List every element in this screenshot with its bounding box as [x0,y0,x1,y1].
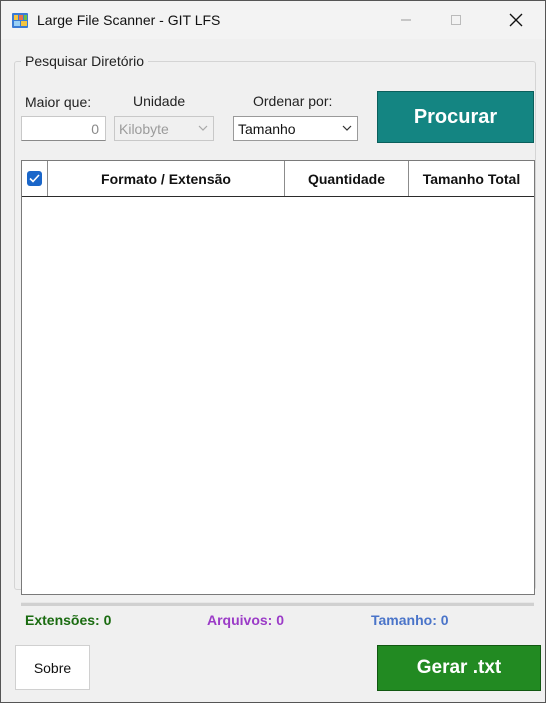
chevron-down-icon [342,125,352,131]
minimize-button[interactable] [383,1,429,39]
checkmark-icon [29,174,40,183]
close-icon [509,13,523,27]
files-count: Arquivos: 0 [207,612,285,628]
sort-select-value: Tamanho [238,121,296,137]
select-all-cell [22,161,48,196]
results-table[interactable]: Formato / Extensão Quantidade Tamanho To… [21,160,535,595]
unit-select[interactable]: Kilobyte [114,116,214,141]
generate-txt-button[interactable]: Gerar .txt [377,645,541,691]
about-button[interactable]: Sobre [15,645,90,690]
search-button[interactable]: Procurar [377,91,534,143]
close-button[interactable] [493,1,539,39]
maximize-button[interactable] [433,1,479,39]
app-icon [12,13,28,28]
extensions-count: Extensões: 0 [25,612,112,628]
table-header: Formato / Extensão Quantidade Tamanho To… [22,161,534,197]
chevron-down-icon [198,125,208,131]
search-group-title: Pesquisar Diretório [21,53,149,69]
sort-select[interactable]: Tamanho [233,116,358,141]
sort-label: Ordenar por: [253,93,333,109]
title-bar[interactable]: Large File Scanner - GIT LFS [1,1,545,39]
column-header-total-size[interactable]: Tamanho Total [409,161,534,196]
total-size: Tamanho: 0 [371,612,449,628]
select-all-checkbox[interactable] [27,171,42,186]
min-size-input[interactable]: 0 [21,116,106,141]
min-size-label: Maior que: [25,94,92,110]
divider [21,602,534,606]
maximize-icon [451,15,461,25]
minimize-icon [401,19,411,21]
min-size-value: 0 [91,121,99,137]
unit-label: Unidade [133,93,186,109]
unit-select-value: Kilobyte [119,121,169,137]
column-header-format[interactable]: Formato / Extensão [48,161,285,196]
column-header-quantity[interactable]: Quantidade [285,161,409,196]
window-title: Large File Scanner - GIT LFS [37,12,221,28]
app-window: Large File Scanner - GIT LFS Pesquisar D… [0,0,546,703]
